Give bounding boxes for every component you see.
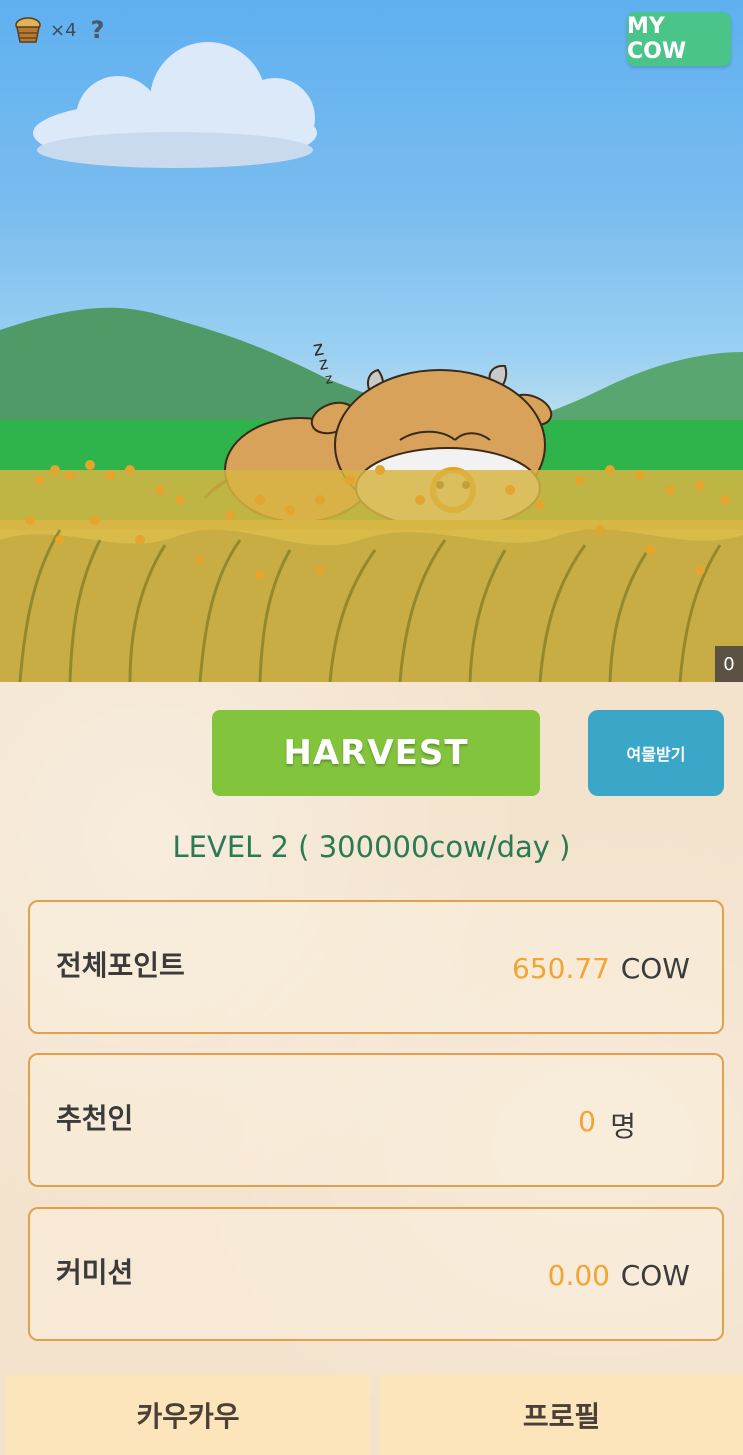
total-points-card: 전체포인트 650.77 COW	[28, 900, 724, 1034]
harvest-button[interactable]: HARVEST	[212, 710, 540, 796]
bottom-nav: 카우카우 프로필	[0, 1375, 743, 1455]
referrals-unit: 명	[610, 1110, 636, 1143]
get-feed-button[interactable]: 여물받기	[588, 710, 724, 796]
rice-field	[0, 460, 743, 682]
help-icon[interactable]: ?	[91, 16, 105, 44]
info-panel: HARVEST 여물받기 LEVEL 2 ( 300000cow/day ) 전…	[0, 682, 743, 1455]
scene-illustration: z z z	[0, 42, 743, 682]
my-cow-button[interactable]: MY COW	[627, 12, 731, 66]
svg-text:z: z	[324, 371, 334, 388]
top-hud: ×4 ?	[12, 14, 104, 46]
corner-badge: 0	[715, 646, 743, 682]
total-points-label: 전체포인트	[56, 949, 185, 982]
basket-count: ×4	[50, 19, 77, 41]
commission-unit: COW	[620, 1259, 690, 1292]
referrals-card: 추천인 0 명	[28, 1053, 724, 1187]
commission-card: 커미션 0.00 COW	[28, 1207, 724, 1341]
tab-profile[interactable]: 프로필	[380, 1375, 743, 1455]
referrals-value: 0	[578, 1105, 596, 1138]
level-label: LEVEL 2 ( 300000cow/day )	[172, 830, 571, 864]
commission-value: 0.00	[547, 1259, 610, 1292]
tab-cowcow[interactable]: 카우카우	[6, 1375, 370, 1455]
referrals-label: 추천인	[56, 1102, 134, 1135]
commission-label: 커미션	[56, 1256, 134, 1289]
cloud	[33, 42, 317, 168]
farm-scene: z z z ×4 ? MY COW 0	[0, 0, 743, 682]
total-points-value: 650.77	[512, 952, 610, 985]
total-points-unit: COW	[620, 952, 690, 985]
basket-icon	[12, 14, 44, 46]
